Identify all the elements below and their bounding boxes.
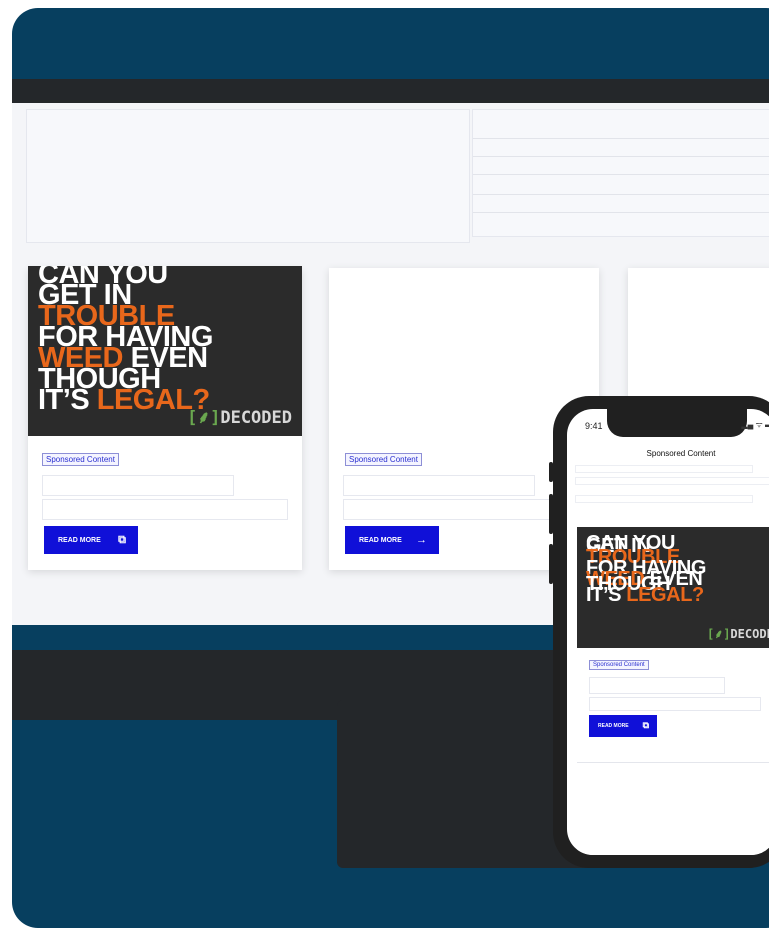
phone-ad-banner[interactable]: CAN YOU GET IN TROUBLE FOR HAVING WEED E… <box>577 527 769 648</box>
placeholder-text-panel <box>472 109 769 237</box>
headline-word: LEGAL? <box>626 584 704 606</box>
placeholder-field <box>42 475 234 496</box>
placeholder-panel <box>26 109 470 243</box>
placeholder-field <box>42 499 288 520</box>
phone-screen: 9:41 ▂▄ ᯤ ▬ Sponsored Content CAN YOU GE… <box>567 409 769 855</box>
ad-banner[interactable]: CAN YOU GET IN TROUBLE FOR HAVING WEED E… <box>28 266 302 436</box>
logo-text: DECODED <box>220 408 292 428</box>
sponsored-badge: Sponsored Content <box>345 453 422 466</box>
status-icons: ▂▄ ᯤ ▬ <box>741 420 769 429</box>
article-card[interactable] <box>577 762 769 855</box>
external-link-icon: ⧉ <box>118 534 126 546</box>
sponsored-badge: Sponsored Content <box>42 453 119 466</box>
placeholder-line <box>473 212 769 213</box>
headline-word: IT’S <box>38 384 90 416</box>
external-link-icon: ⧉ <box>642 720 649 730</box>
sponsored-badge: Sponsored Content <box>589 660 649 670</box>
placeholder-line <box>575 465 753 473</box>
phone-side-button <box>549 462 553 482</box>
placeholder-field <box>589 677 725 694</box>
logo-text: DECODED <box>730 627 769 641</box>
placeholder-field <box>343 475 535 496</box>
button-label: READ MORE <box>58 536 101 544</box>
phone-page-title: Sponsored Content <box>646 449 716 458</box>
ad-headline: CAN YOU GET IN TROUBLE FOR HAVING WEED E… <box>38 266 213 415</box>
placeholder-field <box>589 697 761 711</box>
placeholder-line <box>473 156 769 157</box>
placeholder-line <box>473 194 769 195</box>
phone-side-button <box>549 544 553 584</box>
phone-mockup: 9:41 ▂▄ ᯤ ▬ Sponsored Content CAN YOU GE… <box>549 396 769 868</box>
top-bar <box>12 79 769 103</box>
read-more-button[interactable]: READ MORE → <box>345 526 439 554</box>
phone-notch <box>607 409 747 437</box>
placeholder-line <box>473 174 769 175</box>
read-more-button[interactable]: READ MORE ⧉ <box>44 526 138 554</box>
phone-side-button <box>549 494 553 534</box>
placeholder-line <box>575 495 753 503</box>
decoded-logo: [⸙]DECODED <box>187 405 292 428</box>
leaf-icon: [⸙] <box>187 408 221 428</box>
button-label: READ MORE <box>598 723 629 729</box>
read-more-button[interactable]: READ MORE ⧉ <box>589 715 657 737</box>
button-label: READ MORE <box>359 536 402 544</box>
headline-word: IT’S <box>586 584 622 606</box>
placeholder-line <box>473 138 769 139</box>
ad-headline: CAN YOU GET IN TROUBLE FOR HAVING WEED E… <box>586 533 706 605</box>
status-time: 9:41 <box>585 421 603 431</box>
placeholder-line <box>575 477 769 485</box>
arrow-right-icon: → <box>416 534 427 546</box>
article-card[interactable]: CAN YOU GET IN TROUBLE FOR HAVING WEED E… <box>28 266 302 570</box>
decoded-logo: [⸙]DECODED <box>707 625 769 642</box>
leaf-icon: [⸙] <box>706 627 731 641</box>
